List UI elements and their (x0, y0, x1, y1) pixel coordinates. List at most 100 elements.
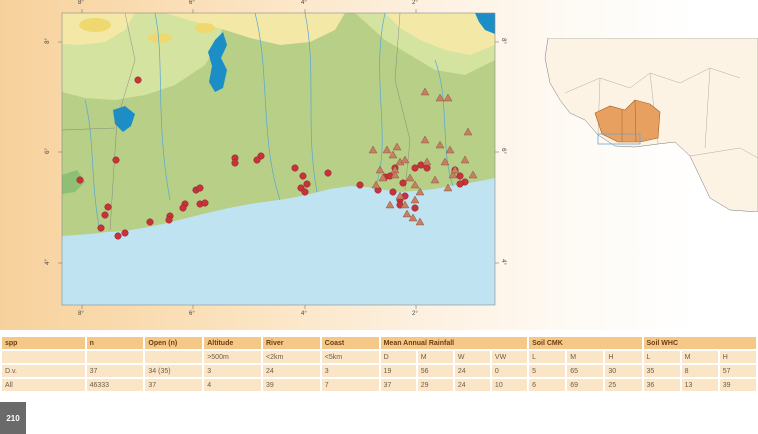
occurrence-circle-marker (299, 172, 307, 180)
header-rainfall: Mean Annual Rainfall (380, 337, 528, 349)
table-cell: 56 (417, 365, 453, 377)
table-cell: 8 (681, 365, 718, 377)
occurrence-circle-marker (456, 180, 464, 188)
table-cell: 30 (605, 365, 642, 377)
subheader-cell: L (529, 351, 566, 363)
occurrence-circle-marker (291, 164, 299, 172)
lon-label-top: 8° (78, 0, 84, 6)
table-cell: 6 (529, 379, 566, 391)
subheader-cell: M (681, 351, 718, 363)
header-open: Open (n) (145, 337, 203, 349)
table-row: All 46333 37 4 39 7 37 29 24 10 6 69 25 … (2, 379, 756, 391)
subheader-cell: D (380, 351, 416, 363)
table-cell: 34 (35) (145, 365, 203, 377)
occurrence-circle-marker (303, 180, 311, 188)
table-cell: 10 (491, 379, 528, 391)
row-label: D.v. (2, 365, 85, 377)
row-label: All (2, 379, 85, 391)
occurrence-circle-marker (114, 232, 122, 240)
table-cell: 24 (454, 365, 490, 377)
occurrence-circle-marker (201, 199, 209, 207)
occurrence-circle-marker (356, 181, 364, 189)
study-area-map: 8° 6° 4° 2° 8° 6° 4° 2° 8° 6° 4° 8° 6° 4… (45, 0, 506, 320)
table-cell: 37 (380, 379, 416, 391)
occurrence-circle-marker (399, 179, 407, 187)
lon-label-top: 4° (301, 0, 307, 6)
subheader-cell: M (417, 351, 453, 363)
table-cell: 29 (417, 379, 453, 391)
table-header-row: spp n Open (n) Altitude River Coast Mean… (2, 337, 756, 349)
table-cell: 24 (454, 379, 490, 391)
header-soil-whc: Soil WHC (643, 337, 756, 349)
header-river: River (263, 337, 320, 349)
table-cell: 3 (204, 365, 261, 377)
table-cell: 39 (719, 379, 756, 391)
table-cell: 7 (321, 379, 379, 391)
occurrence-circle-marker (101, 211, 109, 219)
header-altitude: Altitude (204, 337, 261, 349)
table-cell: 37 (86, 365, 144, 377)
savanna-patch (148, 33, 172, 43)
occurrence-circle-marker (121, 229, 129, 237)
lon-label-top: 2° (412, 0, 418, 6)
lat-label-left: 4° (44, 259, 51, 265)
table-cell: 0 (491, 365, 528, 377)
table-cell: 3 (321, 365, 379, 377)
lon-label-bottom: 6° (189, 311, 195, 317)
map-svg (58, 9, 499, 309)
occurrence-circle-marker (104, 203, 112, 211)
lat-label-right: 6° (499, 148, 506, 154)
occurrence-circle-marker (231, 159, 239, 167)
occurrence-circle-marker (411, 204, 419, 212)
lat-label-left: 6° (44, 148, 51, 154)
occurrence-circle-marker (179, 204, 187, 212)
subheader-cell (86, 351, 144, 363)
inset-locator-map (540, 37, 758, 213)
occurrence-circle-marker (301, 188, 309, 196)
occurrence-circle-marker (324, 169, 332, 177)
table-cell: 19 (380, 365, 416, 377)
summary-table: spp n Open (n) Altitude River Coast Mean… (0, 335, 758, 393)
header-coast: Coast (321, 337, 379, 349)
table-cell: 69 (567, 379, 604, 391)
lon-label-top: 6° (189, 0, 195, 6)
table-cell: 39 (263, 379, 320, 391)
subheader-cell (2, 351, 85, 363)
header-n: n (86, 337, 144, 349)
occurrence-circle-marker (411, 164, 419, 172)
table-cell: 13 (681, 379, 718, 391)
table-cell: 25 (605, 379, 642, 391)
subheader-cell: H (605, 351, 642, 363)
occurrence-circle-marker (196, 184, 204, 192)
table-cell: 46333 (86, 379, 144, 391)
occurrence-circle-marker (76, 176, 84, 184)
occurrence-circle-marker (253, 156, 261, 164)
subheader-cell: >500m (204, 351, 261, 363)
header-spp: spp (2, 337, 85, 349)
table-cell: 4 (204, 379, 261, 391)
subheader-cell: VW (491, 351, 528, 363)
inset-svg (544, 37, 758, 213)
occurrence-circle-marker (165, 216, 173, 224)
subheader-cell: W (454, 351, 490, 363)
occurrence-circle-marker (134, 76, 142, 84)
occurrence-circle-marker (97, 224, 105, 232)
occurrence-circle-marker (423, 164, 431, 172)
subheader-cell: <2km (263, 351, 320, 363)
table-subheader-row: >500m <2km <5km D M W VW L M H L M H (2, 351, 756, 363)
subheader-cell: H (719, 351, 756, 363)
lon-label-bottom: 4° (301, 311, 307, 317)
table-cell: 57 (719, 365, 756, 377)
lat-label-right: 8° (499, 38, 506, 44)
savanna-patch (195, 23, 215, 33)
savanna-patch (79, 18, 111, 32)
occurrence-circle-marker (389, 188, 397, 196)
table-cell: 65 (567, 365, 604, 377)
table-cell: 35 (643, 365, 680, 377)
page-number: 210 (0, 402, 26, 434)
table-cell: 24 (263, 365, 320, 377)
occurrence-circle-marker (456, 172, 464, 180)
occurrence-circle-marker (112, 156, 120, 164)
table-cell: 5 (529, 365, 566, 377)
lon-label-bottom: 8° (78, 311, 84, 317)
